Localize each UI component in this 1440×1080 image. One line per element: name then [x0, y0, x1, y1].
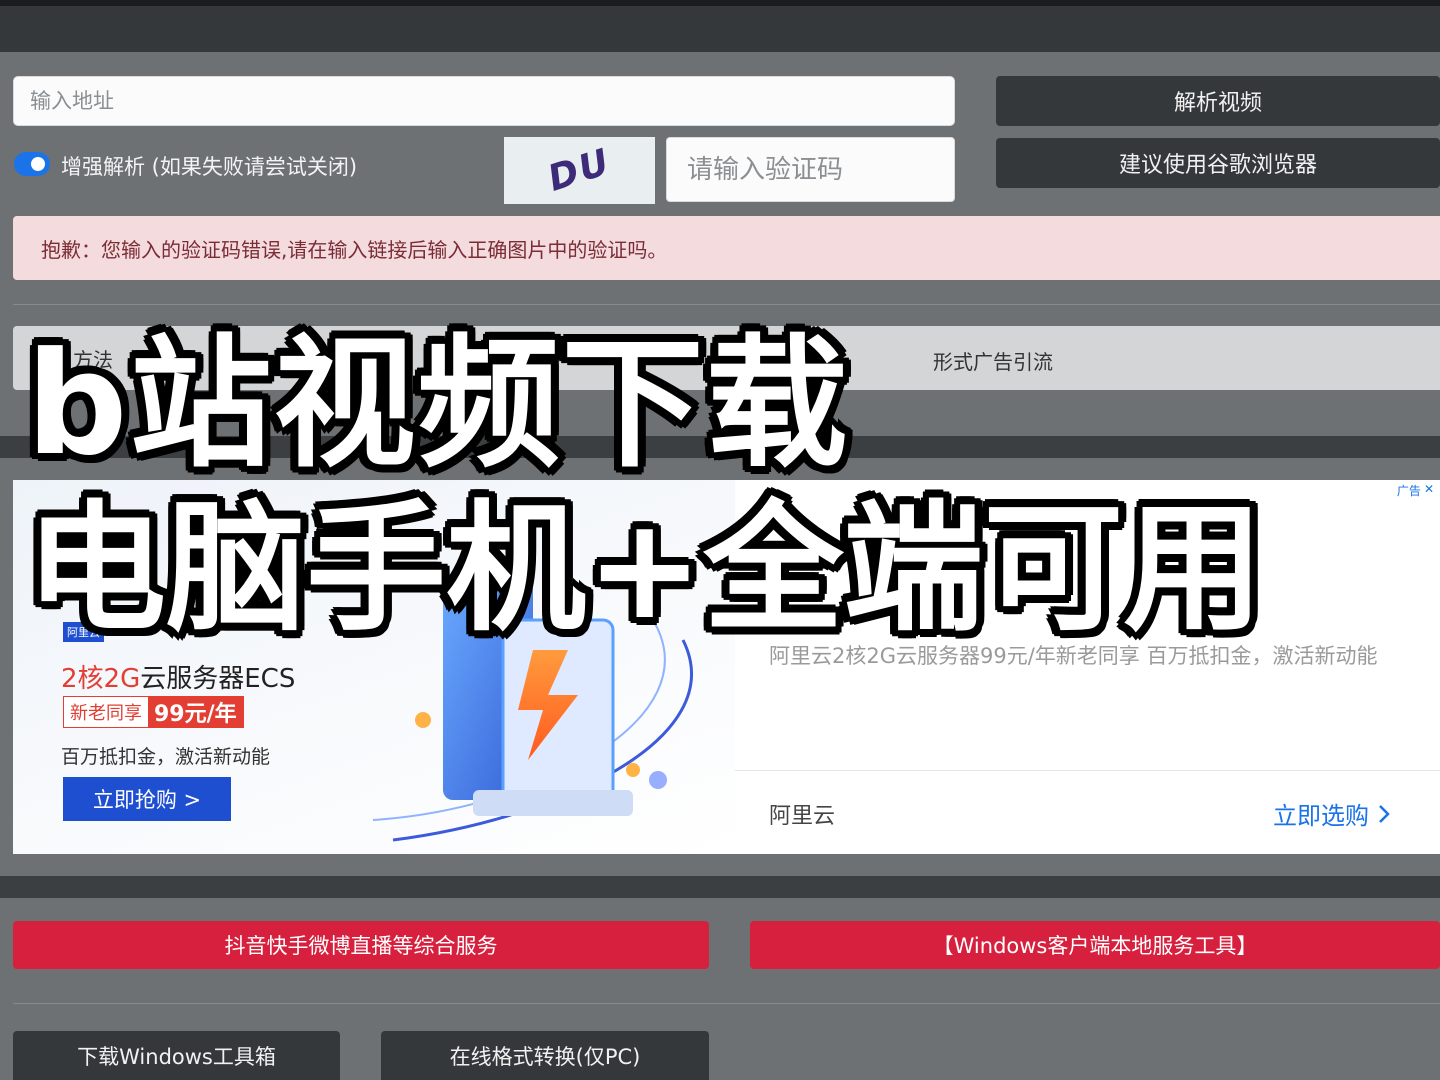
divider — [13, 1003, 1440, 1004]
ad-title-highlight: 2核2G — [61, 664, 141, 694]
ad-select-label: 立即选购 — [1273, 802, 1369, 830]
error-alert: 抱歉：您输入的验证码错误,请在输入链接后输入正确图片中的验证吗。 — [13, 216, 1440, 280]
overlay-title-line1: b站视频下载 — [26, 322, 850, 487]
ad-price-value: 99元/年 — [148, 697, 243, 727]
browser-hint-button[interactable]: 建议使用谷歌浏览器 — [996, 138, 1440, 188]
divider — [13, 304, 1440, 305]
captcha-input[interactable] — [666, 137, 955, 202]
top-bar — [0, 0, 1440, 52]
parse-video-button[interactable]: 解析视频 — [996, 76, 1440, 126]
ad-price-label: 新老同享 — [64, 697, 148, 727]
ad-subtitle: 百万抵扣金，激活新动能 — [61, 746, 271, 768]
notice-right-text: 形式广告引流 — [933, 350, 1053, 374]
ad-divider — [735, 770, 1440, 771]
download-toolbox-button[interactable]: 下载Windows工具箱 — [13, 1031, 340, 1080]
ad-title: 2核2G云服务器ECS — [61, 658, 295, 695]
ad-title-rest: 云服务器ECS — [140, 664, 296, 694]
format-convert-button[interactable]: 在线格式转换(仅PC) — [381, 1031, 709, 1080]
captcha-image[interactable]: DU — [504, 137, 655, 204]
ad-label: 广告 — [1396, 484, 1421, 498]
ad-price-tag: 新老同享 99元/年 — [63, 696, 244, 728]
section-band — [0, 876, 1440, 898]
overlay-title-line2: 电脑手机+全端可用 — [26, 488, 1264, 651]
ad-buy-now-button[interactable]: 立即抢购 > — [63, 777, 231, 821]
windows-client-button[interactable]: 【Windows客户端本地服务工具】 — [750, 921, 1440, 969]
ad-select-link[interactable]: 立即选购 — [1273, 796, 1391, 831]
error-alert-text: 抱歉：您输入的验证码错误,请在输入链接后输入正确图片中的验证吗。 — [41, 237, 668, 262]
chevron-right-icon — [1379, 804, 1390, 823]
captcha-code: DU — [543, 141, 616, 200]
ad-choices[interactable]: 广告 ✕ — [1397, 482, 1434, 499]
url-input[interactable] — [13, 76, 955, 126]
toggle-knob — [31, 157, 45, 171]
integrated-services-button[interactable]: 抖音快手微博直播等综合服务 — [13, 921, 709, 969]
top-bar-edge — [0, 0, 1440, 6]
close-icon[interactable]: ✕ — [1424, 482, 1434, 499]
enhanced-parse-label: 增强解析 (如果失败请尝试关闭) — [61, 155, 358, 179]
ad-advertiser: 阿里云 — [769, 804, 836, 829]
enhanced-parse-toggle[interactable] — [14, 152, 50, 176]
